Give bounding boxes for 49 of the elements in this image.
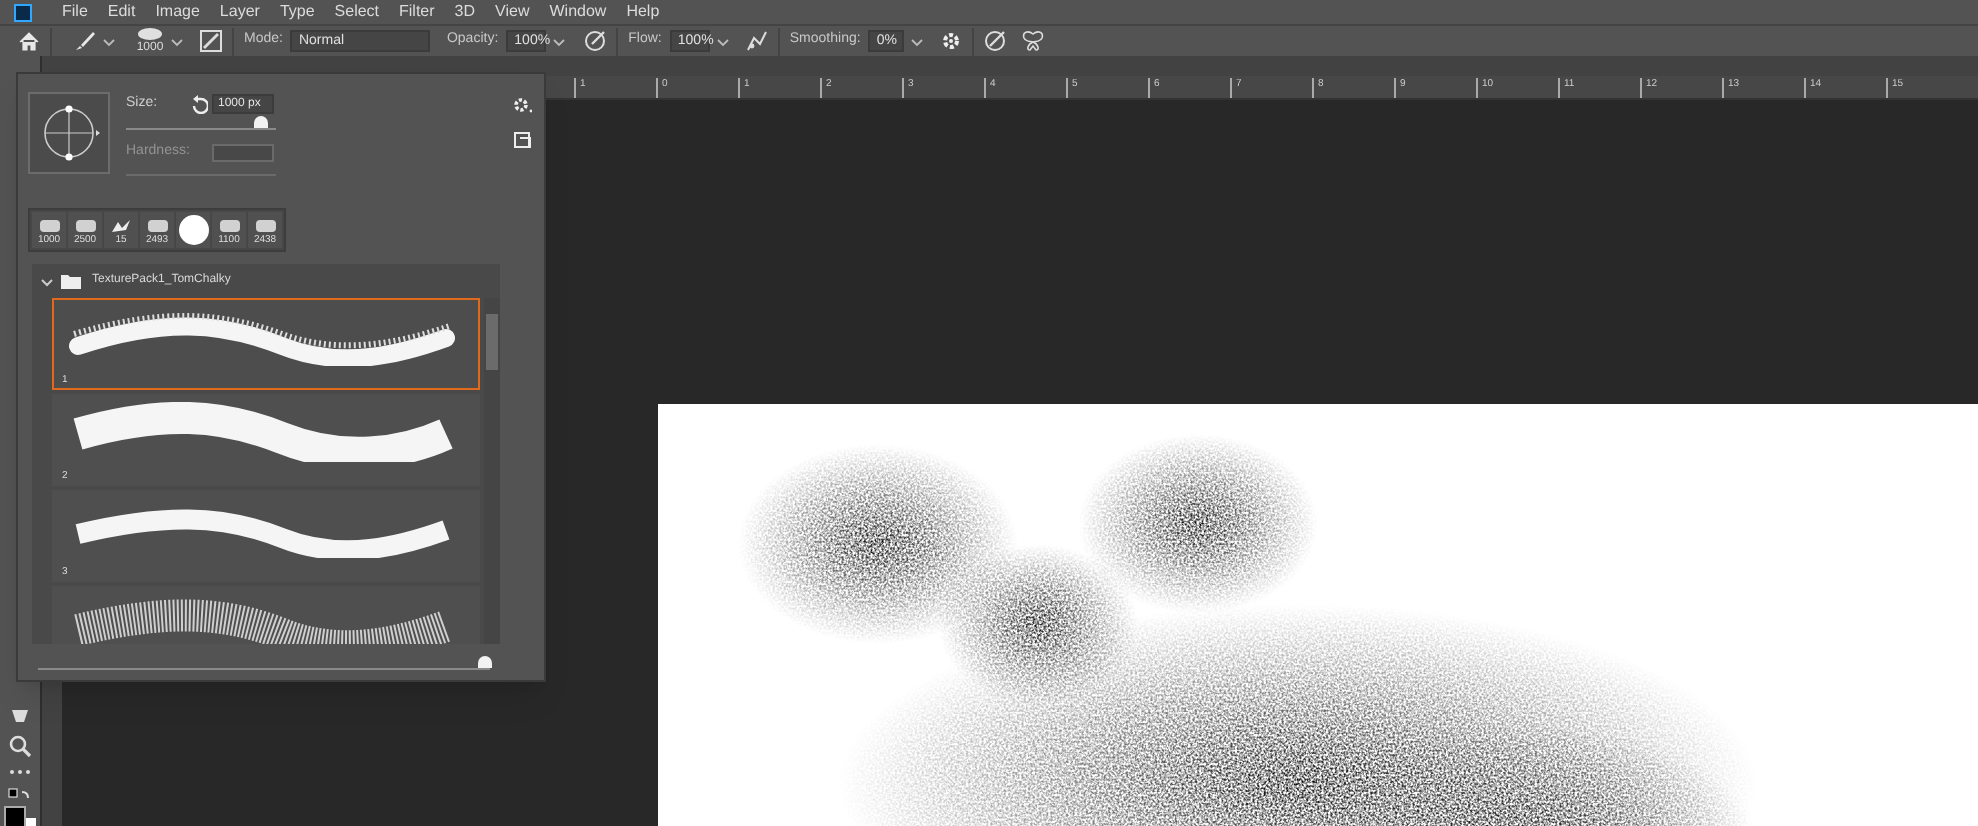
pressure-size-icon[interactable]: [984, 30, 1007, 52]
brush-tip-preview[interactable]: [28, 92, 110, 174]
caret-icon[interactable]: [102, 35, 116, 47]
slider[interactable]: [126, 116, 276, 130]
swap-colors-icon[interactable]: [8, 788, 32, 802]
slider-thumb[interactable]: [477, 656, 492, 668]
texture-tip-icon[interactable]: [215, 218, 243, 234]
brush-panel-toggle-icon[interactable]: [200, 30, 222, 52]
scrollbar[interactable]: [484, 298, 500, 644]
menu-item[interactable]: Filter: [389, 0, 445, 24]
slider-thumb[interactable]: [253, 116, 267, 128]
caret-icon[interactable]: [715, 35, 730, 47]
menu-item[interactable]: View: [485, 0, 540, 24]
new-preset-icon[interactable]: [513, 132, 531, 150]
caret-icon[interactable]: [552, 35, 567, 47]
menu-item[interactable]: Image: [145, 0, 210, 24]
caret-icon[interactable]: [170, 35, 184, 47]
more-tools-icon[interactable]: [8, 768, 32, 776]
airbrush-icon[interactable]: [745, 30, 768, 52]
menu-item[interactable]: Edit: [97, 0, 146, 24]
splatter-tip-icon[interactable]: [107, 218, 135, 234]
home-icon[interactable]: [18, 30, 40, 52]
menu-item[interactable]: 3D: [444, 0, 486, 24]
butterfly-icon[interactable]: [1022, 30, 1045, 52]
settings-icon[interactable]: [512, 96, 532, 114]
zoom-icon[interactable]: [8, 734, 32, 758]
menu-item[interactable]: File: [52, 0, 98, 24]
app-logo: [14, 3, 32, 21]
brush-tip-icon[interactable]: [136, 26, 164, 42]
eraser-icon[interactable]: [8, 706, 32, 726]
texture-tip-icon[interactable]: [35, 218, 63, 234]
chevron-icon[interactable]: [40, 275, 54, 287]
texture-tip-icon[interactable]: [251, 218, 279, 234]
brush-icon[interactable]: [74, 30, 96, 52]
menu-item[interactable]: Help: [616, 0, 670, 24]
menu-item[interactable]: Select: [324, 0, 390, 24]
scrollbar-thumb[interactable]: [486, 314, 498, 370]
texture-tip-icon[interactable]: [71, 218, 99, 234]
hardness-field: [212, 143, 274, 161]
reset-icon[interactable]: [190, 94, 208, 114]
menu-item[interactable]: Window: [539, 0, 617, 24]
settings-icon[interactable]: [940, 30, 963, 52]
caret-icon[interactable]: [910, 35, 925, 47]
texture-tip-icon[interactable]: [143, 218, 171, 234]
menu-item[interactable]: Type: [269, 0, 325, 24]
pressure-opacity-icon[interactable]: [584, 30, 607, 52]
folder-icon[interactable]: [60, 272, 82, 290]
slider[interactable]: [38, 656, 490, 670]
menu-item[interactable]: Layer: [209, 0, 270, 24]
